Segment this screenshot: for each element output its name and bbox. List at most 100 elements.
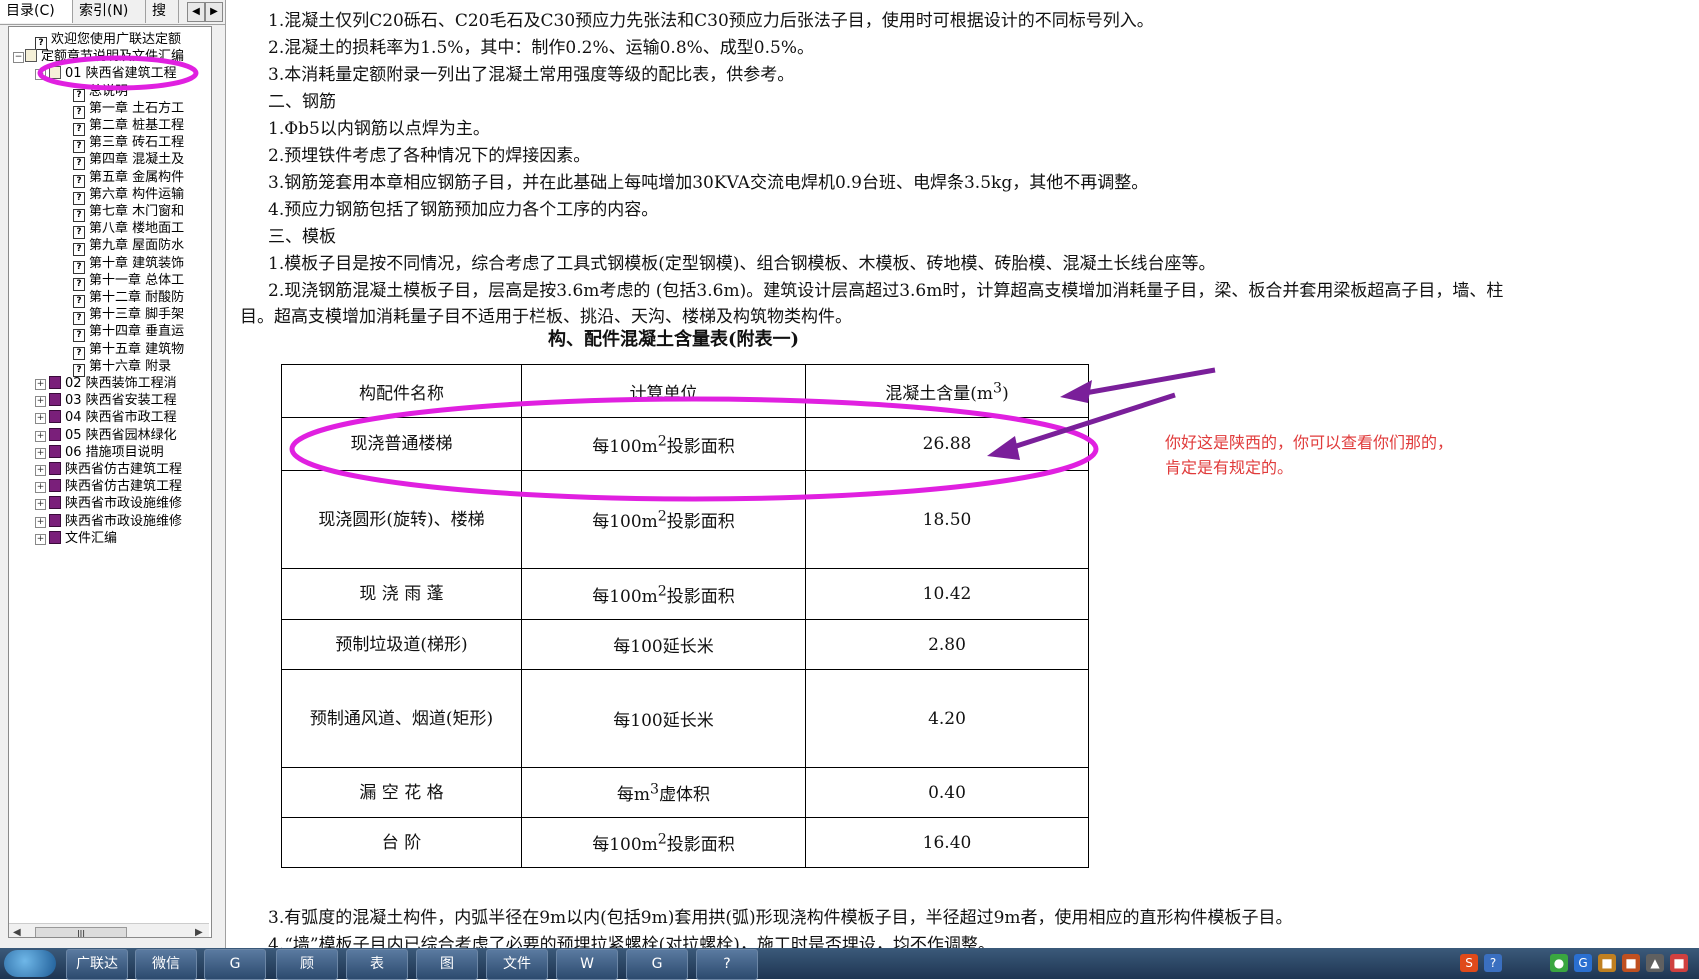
tree-item[interactable]: ? 第十五章 建筑物	[73, 341, 184, 360]
table-row: 预制通风道、烟道(矩形) 每100延长米 4.20	[281, 669, 1089, 768]
tree-item-label: 04 陕西省市政工程	[65, 410, 177, 426]
tab-search[interactable]: 搜索	[146, 0, 179, 23]
cell-unit: 每100延长米	[521, 669, 806, 768]
tree-item[interactable]: ? 第八章 楼地面工	[73, 220, 184, 240]
tree-expander-icon[interactable]: −	[13, 52, 24, 64]
tree-item[interactable]: ? 第十二章 耐酸防	[73, 289, 184, 308]
concrete-content-table: 构配件名称 计算单位 混凝土含量(m3) 现浇普通楼梯 每100m2投影面积 26.…	[281, 364, 1089, 868]
cell-component-name: 现 浇 雨 蓬	[281, 568, 522, 620]
tree-expander-icon[interactable]: −	[35, 69, 46, 81]
tree-item-label: 陕西省仿古建筑工程	[65, 479, 183, 495]
tab-scroll-left-icon[interactable]: ◀	[187, 2, 205, 22]
tray-g-icon[interactable]: G	[1574, 954, 1592, 972]
tree-expander-icon[interactable]: +	[35, 465, 46, 476]
tree-item[interactable]: 陕西省仿古建筑工程	[49, 478, 182, 496]
tray-help-icon[interactable]: ?	[1484, 954, 1502, 972]
scroll-right-arrow-icon[interactable]: ▶	[195, 927, 203, 937]
tree-item[interactable]: ? 第十三章 脚手架	[73, 306, 184, 326]
tree-item-label: 第十四章 垂直运	[89, 324, 185, 340]
book-icon	[49, 530, 61, 544]
cell-unit: 每100延长米	[521, 619, 806, 670]
tree-item[interactable]: 02 陕西装饰工程消	[49, 375, 177, 393]
book-icon	[49, 462, 61, 475]
tray-app-icon[interactable]: ■	[1598, 954, 1616, 972]
tab-contents[interactable]: 目录(C)	[0, 0, 73, 23]
taskbar-app-button[interactable]: G	[204, 949, 266, 980]
taskbar-app-button[interactable]: G	[626, 949, 688, 980]
tree-item-label: 陕西省市政设施维修	[65, 513, 183, 529]
taskbar-app-button[interactable]: ?	[696, 949, 758, 980]
taskbar-app-button[interactable]: 广联达	[66, 949, 128, 980]
tab-scroll-right-icon[interactable]: ▶	[205, 2, 223, 22]
table-row: 现浇普通楼梯 每100m2投影面积 26.88	[281, 417, 1089, 471]
cell-unit: 每100m2投影面积	[521, 817, 806, 868]
taskbar-app-button[interactable]: 表	[346, 949, 408, 980]
cell-component-name: 预制垃圾道(梯形)	[281, 619, 522, 670]
tree-item[interactable]: ? 第十一章 总体工	[73, 272, 184, 291]
tree-item[interactable]: ? 第七章 木门窗和	[73, 203, 184, 222]
tree-horizontal-scrollbar[interactable]: ◀ ||| ▶	[9, 923, 209, 937]
tree-item[interactable]: ? 第六章 构件运输	[73, 186, 185, 205]
taskbar-app-button[interactable]: 文件	[486, 949, 548, 980]
tree-item[interactable]: ? 第二章 桩基工程	[73, 117, 184, 136]
open-book-icon	[49, 66, 61, 80]
tree-item[interactable]: ? 第五章 金属构件	[73, 169, 184, 188]
tree-item[interactable]: 定额章节说明及文件汇编	[25, 48, 184, 66]
annotation-line-2: 肯定是有规定的。	[1165, 458, 1294, 477]
tree-item[interactable]: ? 第十六章 附录	[73, 358, 171, 377]
cell-component-name: 台 阶	[281, 817, 522, 868]
taskbar-app-button[interactable]: 顾	[276, 949, 338, 980]
taskbar-app-button[interactable]: W	[556, 949, 618, 980]
tree-expander-icon[interactable]: +	[35, 430, 46, 442]
text-line: 2.现浇钢筋混凝土模板子目，层高是按3.6m考虑的 (包括3.6m)。建筑设计层…	[268, 281, 1504, 301]
tree-item[interactable]: ? 第十四章 垂直运	[73, 323, 185, 343]
tree-item[interactable]: ? 第九章 屋面防水	[73, 237, 184, 257]
tree-item[interactable]: 05 陕西省园林绿化	[49, 427, 177, 445]
tree-expander-icon[interactable]: +	[35, 447, 46, 459]
taskbar-app-button[interactable]: 图	[416, 949, 478, 980]
tree-item[interactable]: 陕西省仿古建筑工程	[49, 461, 182, 479]
tree-item[interactable]: 04 陕西省市政工程	[49, 409, 177, 427]
tree-item[interactable]: ? 欢迎您使用广联达定额	[35, 31, 181, 50]
tree-item[interactable]: 文件汇编	[49, 530, 117, 548]
start-button[interactable]	[4, 950, 56, 977]
book-icon	[49, 393, 61, 407]
cell-component-name: 现浇圆形(旋转)、楼梯	[281, 470, 522, 569]
tree-expander-icon[interactable]: +	[35, 482, 46, 494]
taskbar-app-button[interactable]: 微信	[135, 949, 197, 980]
text-line: 目。超高支模增加消耗量子目不适用于栏板、挑沿、天沟、楼梯及构筑物类构件。	[240, 307, 852, 327]
scroll-left-arrow-icon[interactable]: ◀	[13, 927, 21, 937]
tray-network-icon[interactable]: ▲	[1646, 954, 1664, 972]
tree-expander-icon[interactable]: +	[35, 413, 46, 425]
cell-concrete-qty: 4.20	[805, 669, 1089, 768]
tray-chat-icon[interactable]: ●	[1550, 954, 1568, 972]
tree-item[interactable]: ? 第一章 土石方工	[73, 100, 184, 119]
cell-concrete-qty: 16.40	[805, 817, 1089, 868]
tree-item[interactable]: ? 第十章 建筑装饰	[73, 255, 184, 274]
tree-expander-icon[interactable]: +	[35, 533, 46, 545]
contents-tree[interactable]: ? 欢迎您使用广联达定额 − 定额章节说明及文件汇编 −01 陕西省建筑工程? 总说明? 第…	[8, 26, 212, 938]
tree-expander-icon[interactable]: +	[35, 379, 46, 390]
text-line: 1.模板子目是按不同情况，综合考虑了工具式钢模板(定型钢模)、组合钢模板、木模板…	[268, 254, 1216, 274]
tray-app-icon[interactable]: ■	[1670, 954, 1688, 972]
tree-item[interactable]: 陕西省市政设施维修	[49, 513, 182, 531]
tree-item-label: 01 陕西省建筑工程	[65, 66, 177, 82]
tree-item[interactable]: 06 措施项目说明	[49, 444, 164, 462]
tray-icon[interactable]: S	[1460, 954, 1478, 972]
tab-index[interactable]: 索引(N)	[73, 0, 146, 23]
tree-item-label: 定额章节说明及文件汇编	[41, 49, 185, 65]
tree-item[interactable]: ? 总说明	[73, 83, 128, 102]
tree-item[interactable]: ? 第四章 混凝土及	[73, 151, 184, 171]
tree-item[interactable]: 01 陕西省建筑工程	[49, 65, 177, 83]
windows-taskbar: 广联达 微信 G 顾表图文件 W G? S ? ● G ■ ■ ▲ ■	[0, 948, 1699, 980]
tray-app-icon[interactable]: ■	[1622, 954, 1640, 972]
tree-item[interactable]: ? 第三章 砖石工程	[73, 134, 184, 154]
tree-item-label: 02 陕西装饰工程消	[65, 376, 177, 391]
tree-expander-icon[interactable]: +	[35, 396, 46, 408]
tree-item[interactable]: 陕西省市政设施维修	[49, 495, 182, 513]
tree-item-label: 第六章 构件运输	[89, 186, 185, 202]
tree-expander-icon[interactable]: +	[35, 499, 46, 511]
tree-expander-icon[interactable]: +	[35, 516, 46, 528]
scroll-thumb[interactable]: |||	[35, 927, 127, 937]
tree-item[interactable]: 03 陕西省安装工程	[49, 392, 177, 410]
